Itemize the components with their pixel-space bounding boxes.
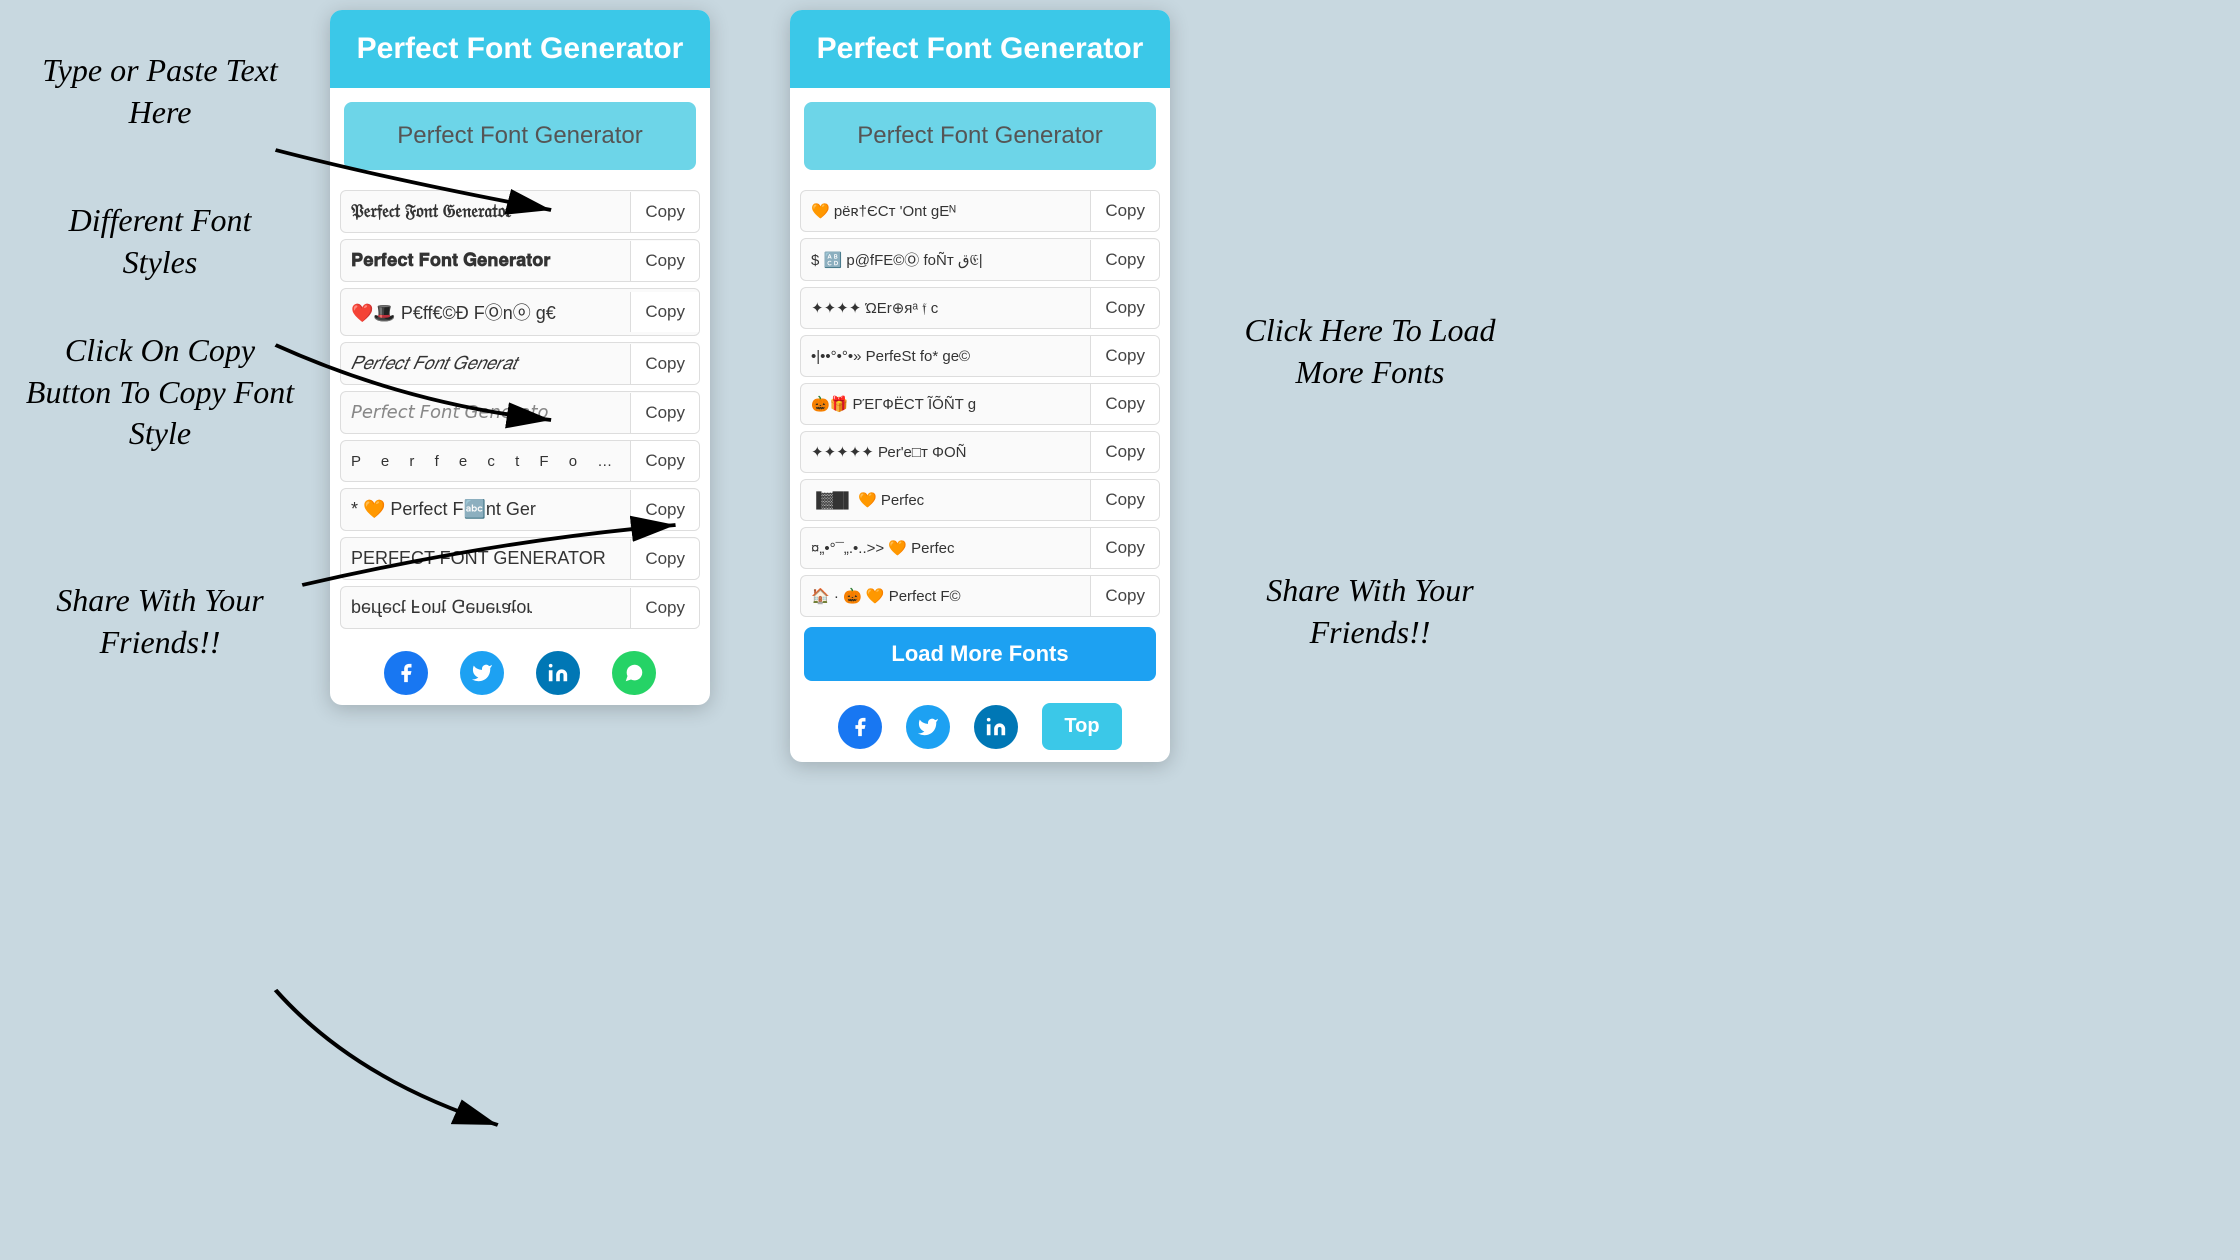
panel-footer: Top bbox=[790, 691, 1170, 762]
font-text: 𝑃𝑒𝑟𝑓𝑒𝑐𝑡 𝐹𝑜𝑛𝑡 𝐺𝑒𝑛𝑒𝑟𝑎𝑡 bbox=[341, 343, 630, 384]
font-row: PERFECT FONT GENERATOR Copy bbox=[340, 537, 700, 580]
font-text: •|••°•°•» PerfeSt fo* ge© bbox=[801, 338, 1090, 375]
right-panel: Perfect Font Generator 🧡 pёʀ†ЄCт 'Оnt g… bbox=[790, 10, 1170, 762]
font-text: 𝔓𝔢𝔯𝔣𝔢𝔠𝔱 𝔉𝔬𝔫𝔱 𝔊𝔢𝔫𝔢𝔯𝔞𝔱𝔬𝔯 bbox=[341, 191, 630, 232]
load-more-button[interactable]: Load More Fonts bbox=[804, 627, 1156, 681]
copy-button[interactable]: Copy bbox=[1090, 336, 1159, 376]
font-text: 🏠 · 🎃 🧡 Perfect F© bbox=[801, 577, 1090, 615]
copy-button[interactable]: Copy bbox=[1090, 288, 1159, 328]
left-panel: Perfect Font Generator 𝔓𝔢𝔯𝔣𝔢𝔠𝔱 𝔉𝔬𝔫𝔱 𝔊𝔢𝔫𝔢… bbox=[330, 10, 710, 705]
annotation-share-left: Share With Your Friends!! bbox=[30, 580, 290, 663]
font-row: 🎃🎁 ΡΈГФЁCТ ĨÕÑT g Copy bbox=[800, 383, 1160, 425]
whatsapp-share-button[interactable] bbox=[612, 651, 656, 695]
font-text: 🧡 pёʀ†ЄCт 'Оnt gЕᴺ bbox=[801, 192, 1090, 230]
font-text: ❤️🎩 P€ff€©Ð FⓄnⓞ g€ bbox=[341, 289, 630, 335]
font-row: 𝔓𝔢𝔯𝔣𝔢𝔠𝔱 𝔉𝔬𝔫𝔱 𝔊𝔢𝔫𝔢𝔯𝔞𝔱𝔬𝔯 Copy bbox=[340, 190, 700, 233]
font-text: ¤„•°¯„.•..>> 🧡 Perfec bbox=[801, 529, 1090, 567]
copy-button[interactable]: Copy bbox=[630, 241, 699, 281]
copy-button[interactable]: Copy bbox=[1090, 528, 1159, 568]
font-input[interactable] bbox=[344, 102, 696, 170]
font-text: 𝘗𝘦𝘳𝘧𝘦𝘤𝘵 𝘍𝘰𝘯𝘵 𝘎𝘦𝘯𝘦𝘳𝘢𝘵𝘰 bbox=[341, 392, 630, 433]
font-text: 🎃🎁 ΡΈГФЁCТ ĨÕÑT g bbox=[801, 385, 1090, 423]
font-row-clipped: 🧡 pёʀ†ЄCт 'Оnt gЕᴺ Copy bbox=[800, 190, 1160, 232]
copy-button[interactable]: Copy bbox=[1090, 480, 1159, 520]
font-row: 𝐏𝐞𝐫𝐟𝐞𝐜𝐭 𝐅𝐨𝐧𝐭 𝐆𝐞𝐧𝐞𝐫𝐚𝐭𝐨𝐫 Copy bbox=[340, 239, 700, 282]
font-row: ❤️🎩 P€ff€©Ð FⓄnⓞ g€ Copy bbox=[340, 288, 700, 336]
copy-button[interactable]: Copy bbox=[630, 539, 699, 579]
copy-button[interactable]: Copy bbox=[630, 490, 699, 530]
annotation-different-fonts: Different Font Styles bbox=[30, 200, 290, 283]
font-text: PERFECT FONT GENERATOR bbox=[341, 538, 630, 579]
font-text: ▐▓█▌ 🧡 Perfec bbox=[801, 481, 1090, 519]
facebook-share-button-right[interactable] bbox=[838, 705, 882, 749]
font-text: $ 🔠 p@fFE©Ⓞ foÑᴛ ق𝔈| bbox=[801, 239, 1090, 280]
copy-button[interactable]: Copy bbox=[1090, 240, 1159, 280]
font-text: P e r f e c t F o n t bbox=[341, 443, 630, 480]
font-text: ✦✦✦✦ ΏЕr⊕ᴙᵃ 𝔣 c bbox=[801, 289, 1090, 327]
linkedin-share-button[interactable] bbox=[536, 651, 580, 695]
font-text: ɹoʇɐɹǝuǝ⅁ ʇuoℲ ʇɔǝɟɹǝd bbox=[341, 587, 630, 628]
font-row: * 🧡 Perfect F🔤nt Ger Copy bbox=[340, 488, 700, 531]
annotation-click-copy: Click On Copy Button To Copy Font Style bbox=[20, 330, 300, 455]
copy-button[interactable]: Copy bbox=[1090, 432, 1159, 472]
font-row: P e r f e c t F o n t Copy bbox=[340, 440, 700, 482]
font-row: 𝑃𝑒𝑟𝑓𝑒𝑐𝑡 𝐹𝑜𝑛𝑡 𝐺𝑒𝑛𝑒𝑟𝑎𝑡 Copy bbox=[340, 342, 700, 385]
copy-button[interactable]: Copy bbox=[1090, 384, 1159, 424]
font-text: * 🧡 Perfect F🔤nt Ger bbox=[341, 489, 630, 530]
copy-button[interactable]: Copy bbox=[630, 393, 699, 433]
font-text: ✦✦✦✦✦ Реr'е□т ΦОÑ bbox=[801, 433, 1090, 471]
copy-button[interactable]: Copy bbox=[630, 292, 699, 332]
font-row: $ 🔠 p@fFE©Ⓞ foÑᴛ ق𝔈| Copy bbox=[800, 238, 1160, 281]
copy-button[interactable]: Copy bbox=[1090, 191, 1159, 231]
font-row: ɹoʇɐɹǝuǝ⅁ ʇuoℲ ʇɔǝɟɹǝd Copy bbox=[340, 586, 700, 629]
font-row: 𝘗𝘦𝘳𝘧𝘦𝘤𝘵 𝘍𝘰𝘯𝘵 𝘎𝘦𝘯𝘦𝘳𝘢𝘵𝘰 Copy bbox=[340, 391, 700, 434]
copy-button[interactable]: Copy bbox=[1090, 576, 1159, 616]
annotation-click-load: Click Here To Load More Fonts bbox=[1230, 310, 1510, 393]
copy-button[interactable]: Copy bbox=[630, 192, 699, 232]
copy-button[interactable]: Copy bbox=[630, 588, 699, 628]
font-row: ▐▓█▌ 🧡 Perfec Copy bbox=[800, 479, 1160, 521]
top-button[interactable]: Top bbox=[1042, 703, 1121, 750]
font-row: ¤„•°¯„.•..>> 🧡 Perfec Copy bbox=[800, 527, 1160, 569]
twitter-share-button[interactable] bbox=[460, 651, 504, 695]
facebook-share-button[interactable] bbox=[384, 651, 428, 695]
social-share-row bbox=[330, 635, 710, 705]
right-panel-header: Perfect Font Generator bbox=[790, 10, 1170, 88]
copy-button[interactable]: Copy bbox=[630, 344, 699, 384]
font-input-right[interactable] bbox=[804, 102, 1156, 170]
annotation-share-right: Share With Your Friends!! bbox=[1230, 570, 1510, 653]
font-text: 𝐏𝐞𝐫𝐟𝐞𝐜𝐭 𝐅𝐨𝐧𝐭 𝐆𝐞𝐧𝐞𝐫𝐚𝐭𝐨𝐫 bbox=[341, 240, 630, 281]
font-row: ✦✦✦✦✦ Реr'е□т ΦОÑ Copy bbox=[800, 431, 1160, 473]
font-row: •|••°•°•» PerfeSt fo* ge© Copy bbox=[800, 335, 1160, 377]
twitter-share-button-right[interactable] bbox=[906, 705, 950, 749]
font-row: ✦✦✦✦ ΏЕr⊕ᴙᵃ 𝔣 c Copy bbox=[800, 287, 1160, 329]
left-panel-header: Perfect Font Generator bbox=[330, 10, 710, 88]
copy-button[interactable]: Copy bbox=[630, 441, 699, 481]
annotation-type-paste: Type or Paste Text Here bbox=[30, 50, 290, 133]
linkedin-share-button-right[interactable] bbox=[974, 705, 1018, 749]
font-row: 🏠 · 🎃 🧡 Perfect F© Copy bbox=[800, 575, 1160, 617]
